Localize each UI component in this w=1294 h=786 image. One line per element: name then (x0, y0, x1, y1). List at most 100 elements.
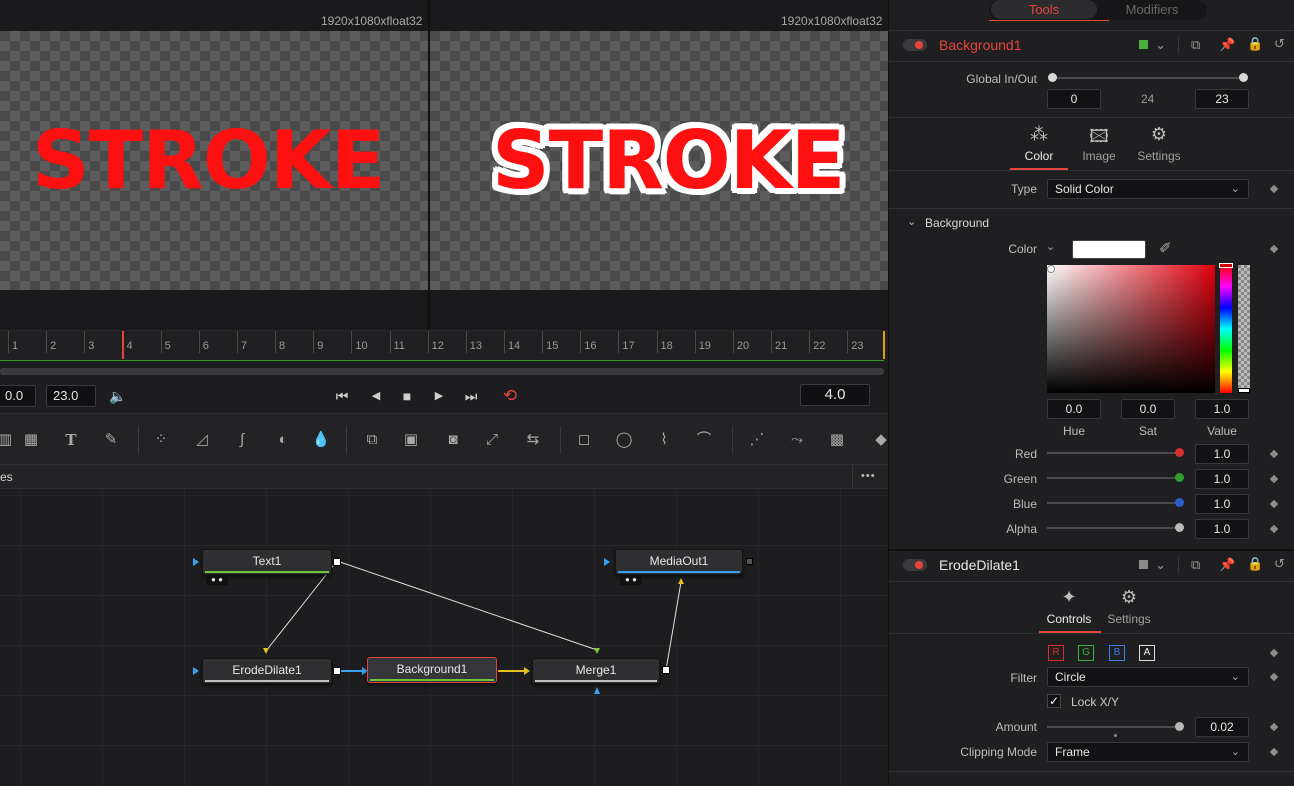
mask-tool-icon[interactable]: ◙ (442, 431, 464, 449)
more-options-icon[interactable]: ••• (861, 470, 876, 482)
reset-icon[interactable]: ↺ (1274, 36, 1285, 52)
tab-tools[interactable]: Tools (991, 0, 1097, 19)
render-end-marker[interactable] (883, 331, 885, 359)
channel-r-toggle[interactable]: R (1048, 645, 1064, 661)
timeline-ruler[interactable]: 1 2 3 4 5 6 7 8 9 10 11 12 13 14 15 16 17 18 19 20 21 22 23 (0, 330, 888, 362)
end-time-field[interactable]: 23.0 (46, 385, 96, 407)
bg-tool-icon[interactable]: ▥ (0, 431, 16, 449)
go-to-end-icon[interactable]: ⏭ (460, 385, 482, 407)
filter-dropdown[interactable]: Circle ⌄ (1047, 667, 1249, 687)
pin-icon[interactable]: 📌 (1219, 557, 1235, 573)
amount-field[interactable]: 0.02 (1195, 717, 1249, 737)
keyframe-diamond-icon[interactable] (1269, 499, 1279, 509)
keyframe-diamond-icon[interactable] (1269, 648, 1279, 658)
rectangle-mask-icon[interactable]: ◻ (573, 431, 595, 449)
node-text1[interactable]: Text1 (202, 549, 332, 575)
subtab-settings[interactable]: Settings (1129, 149, 1189, 163)
red-slider-knob[interactable] (1175, 448, 1184, 457)
alpha-field[interactable]: 1.0 (1195, 519, 1249, 539)
tab-modifiers[interactable]: Modifiers (1099, 0, 1205, 19)
reset-icon[interactable]: ↺ (1274, 556, 1285, 572)
stop-icon[interactable]: ■ (396, 385, 418, 407)
resize-tool-icon[interactable]: ⇆ (522, 431, 544, 449)
amount-slider-knob[interactable] (1175, 722, 1184, 731)
chevron-down-icon[interactable]: ⌄ (1155, 37, 1166, 53)
time-scrollbar[interactable] (0, 368, 884, 375)
channel-b-toggle[interactable]: B (1109, 645, 1125, 661)
pin-icon[interactable]: 📌 (1219, 37, 1235, 53)
brightness-contrast-icon[interactable]: ◐ (272, 431, 294, 449)
keyframe-diamond-icon[interactable] (1269, 184, 1279, 194)
playhead[interactable] (122, 331, 124, 359)
node-color-swatch[interactable] (1139, 560, 1148, 569)
particles-icon[interactable]: ⁘ (150, 431, 172, 449)
lock-icon[interactable]: 🔒 (1247, 556, 1263, 572)
viewer-right[interactable]: 1920x1080xfloat32 STROKE (430, 0, 888, 330)
node-output-port[interactable] (746, 558, 753, 565)
ellipse-mask-icon[interactable]: ◯ (613, 431, 635, 449)
green-field[interactable]: 1.0 (1195, 469, 1249, 489)
chevron-down-icon[interactable]: ⌄ (907, 215, 916, 228)
keyframe-diamond-icon[interactable] (1269, 244, 1279, 254)
global-out-field[interactable]: 23 (1195, 89, 1249, 109)
lock-xy-checkbox[interactable]: ✓ (1047, 694, 1061, 708)
channel-g-toggle[interactable]: G (1078, 645, 1094, 661)
color-picker-cursor[interactable] (1047, 265, 1055, 273)
blue-slider-knob[interactable] (1175, 498, 1184, 507)
node-output-port[interactable] (662, 666, 670, 674)
bspline-mask-icon[interactable]: ⌒ (693, 431, 715, 449)
paint-tool-icon[interactable]: ▦ (20, 431, 42, 449)
controls-tab-icon[interactable]: ✦ (1057, 587, 1081, 608)
alpha-slider[interactable] (1047, 527, 1179, 529)
global-inout-slider[interactable] (1053, 77, 1245, 79)
blur-icon[interactable]: 💧 (310, 431, 332, 449)
node-output-port[interactable] (333, 558, 341, 566)
green-slider-knob[interactable] (1175, 473, 1184, 482)
value-field[interactable]: 1.0 (1195, 399, 1249, 419)
text-tool-icon[interactable]: T (60, 431, 82, 449)
keyframe-diamond-icon[interactable] (1269, 474, 1279, 484)
chevron-down-icon[interactable]: ⌄ (1046, 240, 1055, 253)
versions-icon[interactable]: ⧉ (1191, 37, 1200, 53)
node-background1[interactable]: Background1 (367, 657, 497, 683)
node-editor[interactable]: Text1 ● ● MediaOut1 ● ● ErodeDilate1 Bac… (0, 489, 888, 786)
keyframe-diamond-icon[interactable] (1269, 449, 1279, 459)
hue-strip[interactable] (1220, 265, 1232, 393)
color-picker-field[interactable] (1047, 265, 1215, 393)
go-to-start-icon[interactable]: ⏮ (331, 385, 353, 407)
hue-field[interactable]: 0.0 (1047, 399, 1101, 419)
blue-slider[interactable] (1047, 502, 1179, 504)
subtab-controls[interactable]: Controls (1039, 612, 1099, 626)
node-view-indicators[interactable]: ● ● (206, 575, 228, 585)
amount-slider[interactable] (1047, 726, 1179, 728)
current-frame-field[interactable]: 4.0 (800, 384, 870, 406)
node-merge1[interactable]: Merge1 (532, 658, 660, 684)
curves-icon[interactable]: ∫ (231, 431, 253, 449)
settings-tab-icon[interactable]: ⚙ (1147, 124, 1171, 145)
node-name-background1[interactable]: Background1 (939, 37, 1022, 53)
alpha-handle[interactable] (1238, 388, 1250, 393)
versions-icon[interactable]: ⧉ (1191, 557, 1200, 573)
play-reverse-icon[interactable]: ◀ (365, 385, 387, 407)
global-in-field[interactable]: 0 (1047, 89, 1101, 109)
merge-tool-icon[interactable]: ▣ (400, 431, 422, 449)
global-out-handle[interactable] (1239, 73, 1248, 82)
channel-a-toggle[interactable]: A (1139, 645, 1155, 661)
subtab-settings[interactable]: Settings (1099, 612, 1159, 626)
keyframe-diamond-icon[interactable] (1269, 672, 1279, 682)
merge-3d-icon[interactable]: ▩ (826, 431, 848, 449)
keyframe-diamond-icon[interactable] (1269, 524, 1279, 534)
viewer-left[interactable]: 1920x1080xfloat32 STROKE (0, 0, 428, 330)
image-plane-icon[interactable]: ⋰ (746, 431, 768, 449)
red-field[interactable]: 1.0 (1195, 444, 1249, 464)
color-swatch[interactable] (1072, 240, 1146, 259)
node-enable-toggle[interactable] (903, 39, 927, 51)
section-background[interactable]: Background (925, 216, 989, 230)
hue-handle[interactable] (1219, 263, 1233, 268)
blue-field[interactable]: 1.0 (1195, 494, 1249, 514)
loop-icon[interactable]: ⟲ (499, 385, 521, 407)
transform-tool-icon[interactable]: ⤢ (481, 431, 503, 449)
viewer-right-canvas[interactable]: STROKE (430, 31, 888, 290)
node-view-indicators[interactable]: ● ● (620, 575, 642, 585)
eyedropper-icon[interactable]: ✐ (1159, 239, 1172, 257)
